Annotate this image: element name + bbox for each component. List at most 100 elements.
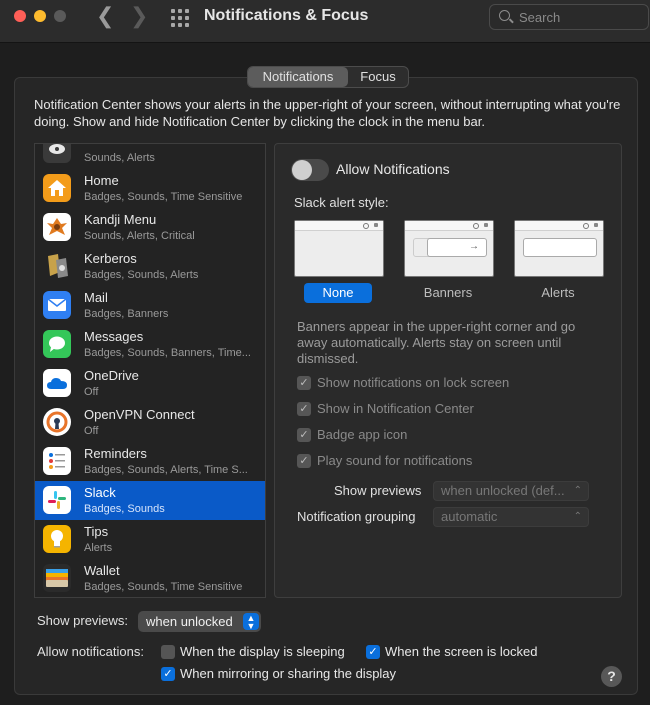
search-placeholder: Search: [519, 10, 561, 25]
app-notification-summary: Badges, Sounds: [84, 503, 165, 515]
tab-control: Notifications Focus: [247, 66, 409, 88]
global-show-previews-popup[interactable]: when unlocked ▲ ▼: [138, 611, 261, 632]
app-name: Home: [84, 173, 119, 188]
app-notification-summary: Badges, Banners: [84, 308, 169, 320]
app-notification-summary: Sounds, Alerts, Critical: [84, 230, 195, 242]
wallet-icon: [43, 564, 71, 592]
checkmark-icon: ✓: [297, 402, 311, 416]
play-sound-checkbox[interactable]: ✓ Play sound for notifications: [297, 453, 497, 469]
display-sleeping-checkbox[interactable]: When the display is sleeping: [161, 644, 356, 660]
help-button[interactable]: ?: [601, 666, 622, 687]
badge-app-icon-checkbox[interactable]: ✓ Badge app icon: [297, 427, 427, 443]
show-all-grid-icon[interactable]: [171, 9, 189, 27]
screen-locked-checkbox[interactable]: ✓ When the screen is locked: [366, 644, 546, 660]
list-item[interactable]: OneDrive Off: [35, 364, 265, 403]
alert-style-description: Banners appear in the upper-right corner…: [297, 319, 576, 366]
title-bar: ❮ ❯ Notifications & Focus Search: [0, 0, 650, 43]
zoom-window-button[interactable]: [54, 10, 66, 22]
app-notification-summary: Badges, Sounds, Alerts: [84, 269, 199, 281]
alert-style-none-preview[interactable]: [294, 220, 384, 277]
tab-notifications[interactable]: Notifications: [248, 67, 348, 87]
app-detail-pane: [274, 143, 622, 598]
list-item[interactable]: Tips Alerts: [35, 520, 265, 559]
global-show-previews-label: Show previews:: [37, 613, 129, 628]
slack-icon: [43, 486, 71, 514]
notification-center-description: Notification Center shows your alerts in…: [34, 97, 621, 129]
mirroring-checkbox[interactable]: ✓ When mirroring or sharing the display: [161, 666, 411, 682]
app-name: Messages: [84, 329, 144, 344]
app-notification-summary: Sounds, Alerts: [84, 152, 155, 164]
app-notification-summary: Badges, Sounds, Time Sensitive: [84, 581, 243, 593]
app-name: OneDrive: [84, 368, 139, 383]
list-item[interactable]: OpenVPN Connect Off: [35, 403, 265, 442]
list-item[interactable]: Kandji Menu Sounds, Alerts, Critical: [35, 208, 265, 247]
alert-style-none-button[interactable]: None: [304, 283, 372, 303]
list-item[interactable]: Kerberos Badges, Sounds, Alerts: [35, 247, 265, 286]
app-notification-summary: Off: [84, 425, 99, 437]
app-name: Kandji Menu: [84, 212, 157, 227]
allow-notifications-global-label: Allow notifications:: [37, 644, 144, 659]
allow-notifications-toggle[interactable]: [291, 159, 329, 181]
mail-icon: [43, 291, 71, 319]
notification-grouping-popup[interactable]: automatic ⌃: [433, 507, 589, 527]
partial-app-icon: [43, 144, 71, 163]
checkmark-icon: ✓: [297, 454, 311, 468]
onedrive-icon: [43, 369, 71, 397]
list-item[interactable]: Reminders Badges, Sounds, Alerts, Time S…: [35, 442, 265, 481]
app-name: Wallet: [84, 563, 120, 578]
updown-chevron-icon: ⌃: [573, 485, 582, 496]
close-window-button[interactable]: [14, 10, 26, 22]
kandji-icon: [43, 213, 71, 241]
updown-chevron-icon: ▲ ▼: [243, 613, 259, 631]
checkbox-box: [161, 645, 175, 659]
list-item[interactable]: Sounds, Alerts: [35, 144, 265, 169]
app-list[interactable]: Sounds, Alerts Home Badges, Sounds, Time…: [34, 143, 266, 598]
alert-style-label: Slack alert style:: [294, 195, 389, 210]
show-previews-label: Show previews: [334, 483, 422, 498]
alert-style-alerts-label[interactable]: Alerts: [513, 285, 603, 300]
app-notification-summary: Badges, Sounds, Banners, Time...: [84, 347, 251, 359]
kerberos-icon: [43, 252, 71, 280]
checkmark-icon: ✓: [161, 667, 175, 681]
minimize-window-button[interactable]: [34, 10, 46, 22]
app-name: Reminders: [84, 446, 147, 461]
messages-icon: [43, 330, 71, 358]
app-name: Kerberos: [84, 251, 137, 266]
app-notification-summary: Off: [84, 386, 99, 398]
tab-focus[interactable]: Focus: [348, 67, 408, 87]
home-icon: [43, 174, 71, 202]
back-chevron-icon[interactable]: ❮: [96, 5, 114, 27]
checkmark-icon: ✓: [366, 645, 380, 659]
allow-notifications-label: Allow Notifications: [336, 161, 450, 177]
app-name: OpenVPN Connect: [84, 407, 195, 422]
toggle-knob: [292, 160, 312, 180]
app-name: Slack: [84, 485, 116, 500]
checkmark-icon: ✓: [297, 376, 311, 390]
app-notification-summary: Badges, Sounds, Time Sensitive: [84, 191, 243, 203]
lock-screen-checkbox[interactable]: ✓ Show notifications on lock screen: [297, 375, 537, 391]
search-icon: [499, 10, 510, 21]
search-field[interactable]: Search: [489, 4, 649, 30]
openvpn-icon: [43, 408, 71, 436]
list-item[interactable]: Messages Badges, Sounds, Banners, Time..…: [35, 325, 265, 364]
updown-chevron-icon: ⌃: [573, 511, 582, 522]
forward-chevron-icon[interactable]: ❯: [130, 5, 148, 27]
app-notification-summary: Badges, Sounds, Alerts, Time S...: [84, 464, 248, 476]
list-item[interactable]: Home Badges, Sounds, Time Sensitive: [35, 169, 265, 208]
tips-icon: [43, 525, 71, 553]
notification-grouping-label: Notification grouping: [297, 509, 416, 524]
alert-style-banners-preview[interactable]: →: [404, 220, 494, 277]
list-item[interactable]: Mail Badges, Banners: [35, 286, 265, 325]
app-name: Tips: [84, 524, 109, 539]
list-item[interactable]: Wallet Badges, Sounds, Time Sensitive: [35, 559, 265, 597]
list-item-selected[interactable]: Slack Badges, Sounds: [35, 481, 265, 520]
app-notification-summary: Alerts: [84, 542, 113, 554]
app-name: Mail: [84, 290, 108, 305]
checkmark-icon: ✓: [297, 428, 311, 442]
show-previews-popup[interactable]: when unlocked (def... ⌃: [433, 481, 589, 501]
reminders-icon: [43, 447, 71, 475]
notification-center-checkbox[interactable]: ✓ Show in Notification Center: [297, 401, 497, 417]
alert-style-banners-label[interactable]: Banners: [403, 285, 493, 300]
alert-style-alerts-preview[interactable]: [514, 220, 604, 277]
window-title: Notifications & Focus: [204, 7, 369, 24]
